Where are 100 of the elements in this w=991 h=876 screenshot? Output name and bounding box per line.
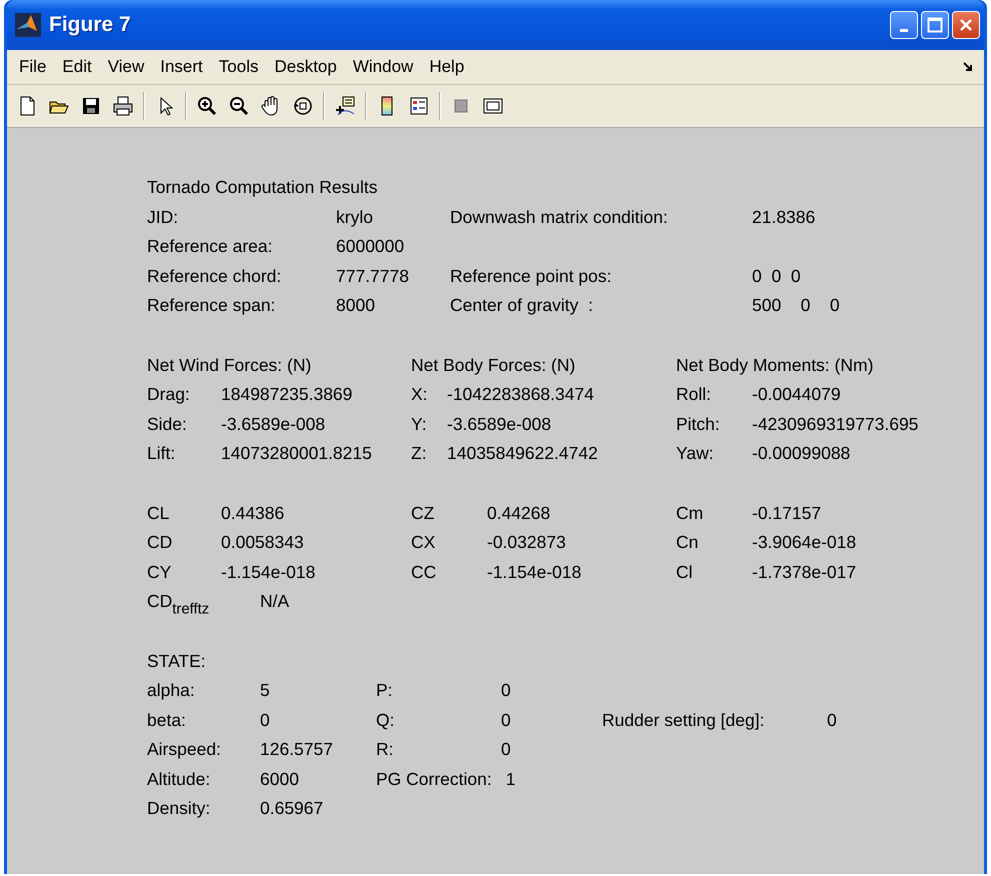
maximize-button[interactable] [921,11,949,39]
result-label: Reference area: [147,236,274,258]
result-value: 5 [260,680,270,702]
menu-item[interactable]: Window [344,54,422,80]
result-value: 126.5757 [260,739,333,760]
result-value: 0.65967 [260,798,324,820]
column-heading: Net Wind Forces: (N) [147,354,312,376]
result-label: Reference chord: [147,266,282,287]
result-label: CL [147,502,170,524]
result-label: Roll: [676,384,712,406]
zoom-in-icon[interactable] [196,95,218,117]
save-icon[interactable] [80,95,102,117]
menu-item[interactable]: Help [421,54,472,80]
result-label: alpha: [147,680,196,702]
result-label: Cl [676,562,694,583]
result-value: 21.8386 [752,206,816,228]
result-value: 184987235.3869 [221,384,352,406]
minimize-icon [900,28,908,32]
close-icon [958,17,974,33]
result-value: 6000000 [336,236,404,258]
result-value: 0 [501,680,511,702]
column-heading: Net Body Forces: (N) [411,354,576,376]
result-label: CD$_{trefftz}$ [147,591,210,612]
result-label: Reference point pos: [450,266,612,287]
rotate-icon[interactable] [292,95,314,117]
app-logo-icon [15,13,41,37]
zoom-out-icon[interactable] [228,95,250,117]
minimize-button[interactable] [890,11,918,39]
result-value: 0.44386 [221,502,284,524]
result-label: Pitch: [676,414,721,435]
result-value: 0 [260,710,270,731]
result-label: Cn [676,532,700,554]
dock-arrow-icon[interactable] [962,61,974,73]
result-value: 14073280001.8215 [221,443,372,464]
result-value: -0.0044079 [752,384,841,406]
maximize-icon [927,17,943,33]
result-label: beta: [147,710,187,731]
result-label: JID: [147,206,180,228]
result-label: Altitude: [147,768,212,790]
result-label: X: [411,384,429,406]
menu-item[interactable]: File [11,54,54,80]
result-label: Side: [147,414,188,435]
result-label: Center of gravity : [450,295,594,316]
result-label: Yaw: [676,443,715,464]
menu-item[interactable]: View [100,54,152,80]
result-label: Z: [411,443,428,464]
result-value: 6000 [260,768,299,790]
result-value: 777.7778 [336,266,409,287]
result-label: Downwash matrix condition: [450,206,669,228]
result-value: N/A [260,591,290,612]
result-label: P: [376,680,394,702]
result-label: Drag: [147,384,191,406]
result-value: -1042283868.3474 [447,384,594,406]
results-title: Tornado Computation Results [147,177,378,198]
result-value: krylo [336,206,373,228]
result-value: 14035849622.4742 [447,443,598,464]
section-title: STATE: [147,650,206,672]
result-label: Density: [147,798,212,820]
print-icon[interactable] [112,95,134,117]
menu-item[interactable]: Desktop [266,54,345,80]
window-title: Figure 7 [49,13,132,37]
result-label: Reference span: [147,295,276,316]
legend-icon[interactable] [408,95,430,117]
result-label: Cm [676,502,704,524]
result-value: -1.154e-018 [487,562,582,583]
result-label: CD [147,532,174,554]
result-label: CX [411,532,436,554]
result-value: 1 [506,768,516,790]
menu-item[interactable]: Insert [152,54,211,80]
result-value: -3.6589e-008 [447,414,552,435]
result-value: 0 [501,739,511,760]
result-value: -4230969319773.695 [752,414,918,435]
data-cursor-icon[interactable] [334,95,356,117]
result-label: Airspeed: [147,739,222,760]
result-label: Rudder setting [deg]: [602,710,766,731]
result-label: PG Correction: [376,768,492,790]
result-label: Lift: [147,443,176,464]
result-label: CZ [411,502,436,524]
result-value: 0.44268 [487,502,550,524]
result-label: Y: [411,414,428,435]
result-label: CY [147,562,172,583]
result-value: -1.7378e-017 [752,562,856,583]
result-value: 0 [501,710,511,731]
menu-item[interactable]: Edit [54,54,100,80]
result-value: -0.032873 [487,532,566,554]
result-value: 8000 [336,295,375,316]
column-heading: Net Body Moments: (Nm) [676,354,874,376]
menu-item[interactable]: Tools [210,54,266,80]
result-value: -0.17157 [752,502,822,524]
result-value: 0 0 0 [752,266,801,287]
result-label: Q: [376,710,396,731]
result-value: -0.00099088 [752,443,850,464]
result-value: 500 0 0 [752,295,840,316]
result-label: CC [411,562,438,583]
close-button[interactable] [952,11,980,39]
result-value: -3.9064e-018 [752,532,856,554]
result-label: R: [376,739,394,760]
result-value: -3.6589e-008 [221,414,326,435]
result-value: 0.0058343 [221,532,304,554]
result-value: 0 [827,710,837,731]
